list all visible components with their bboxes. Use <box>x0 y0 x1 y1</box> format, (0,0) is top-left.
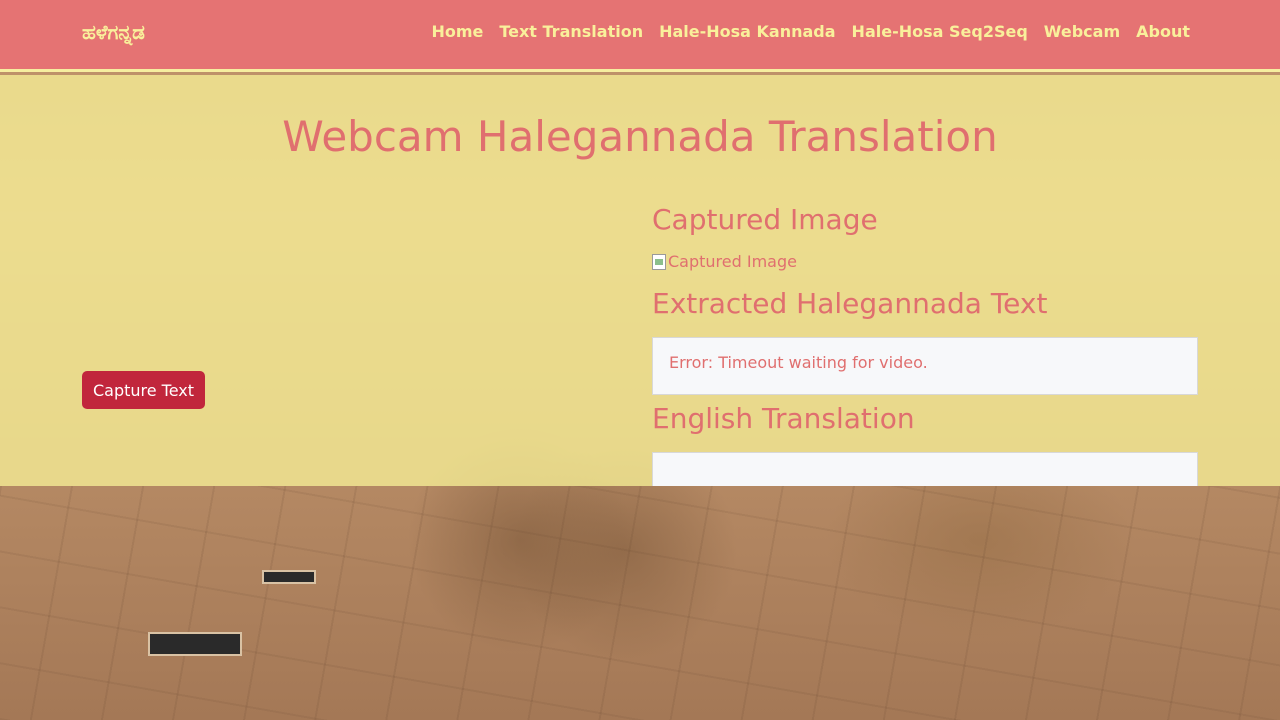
background-stone-floor <box>0 486 1280 720</box>
nav-link-text-translation[interactable]: Text Translation <box>499 22 643 41</box>
broken-image-icon <box>652 253 666 270</box>
nav-links: Home Text Translation Hale-Hosa Kannada … <box>431 22 1190 41</box>
background-floor-slot <box>262 570 316 584</box>
nav-link-hale-hosa-seq2seq[interactable]: Hale-Hosa Seq2Seq <box>852 22 1028 41</box>
background-floor-slot <box>148 632 242 656</box>
capture-text-button[interactable]: Capture Text <box>82 371 205 409</box>
extracted-text-heading: Extracted Halegannada Text <box>652 287 1048 320</box>
nav-link-hale-hosa-kannada[interactable]: Hale-Hosa Kannada <box>659 22 835 41</box>
nav-link-about[interactable]: About <box>1136 22 1190 41</box>
translation-heading: English Translation <box>652 402 915 435</box>
brand-logo[interactable]: ಹಳೆಗನ್ನಡ <box>82 20 145 44</box>
navbar: ಹಳೆಗನ್ನಡ Home Text Translation Hale-Hosa… <box>0 0 1280 72</box>
captured-image-alt-text: Captured Image <box>668 252 797 271</box>
nav-link-webcam[interactable]: Webcam <box>1044 22 1120 41</box>
extracted-text-box: Error: Timeout waiting for video. <box>652 337 1198 395</box>
page-title: Webcam Halegannada Translation <box>282 112 998 161</box>
nav-link-home[interactable]: Home <box>431 22 483 41</box>
captured-image-heading: Captured Image <box>652 203 878 236</box>
translation-text-box <box>652 452 1198 486</box>
captured-image: Captured Image <box>652 252 797 271</box>
